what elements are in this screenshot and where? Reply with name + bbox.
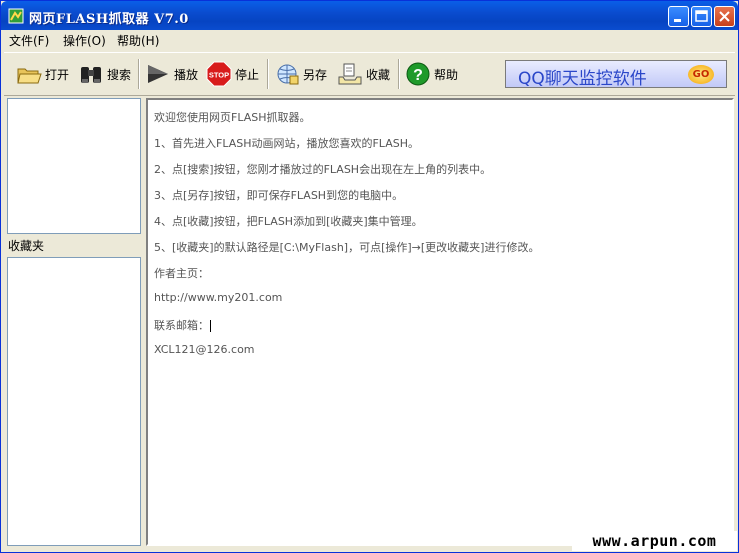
flash-list[interactable]	[7, 98, 141, 234]
menu-operation[interactable]: 操作(O)	[63, 32, 106, 49]
text-line: 3、点[另存]按钮，即可保存FLASH到您的电脑中。	[154, 189, 404, 202]
favorites-list[interactable]	[7, 257, 141, 546]
play-icon	[148, 65, 168, 83]
window-title: 网页FLASH抓取器 V7.0	[29, 12, 189, 27]
favorites-label: 收藏夹	[8, 239, 45, 253]
help-label: 帮助	[434, 67, 459, 82]
maximize-button[interactable]	[691, 6, 712, 27]
text-line: 联系邮箱：	[154, 319, 209, 332]
homepage-link[interactable]: http://www.my201.com	[154, 291, 282, 304]
minimize-button[interactable]	[668, 6, 689, 27]
close-icon	[719, 11, 730, 22]
open-button[interactable]: 打开	[16, 59, 69, 89]
folder-open-icon	[17, 68, 42, 84]
search-button[interactable]: 搜索	[78, 59, 131, 89]
help-button[interactable]: ? 帮助	[405, 59, 458, 89]
open-label: 打开	[45, 67, 70, 82]
toolbar-separator	[138, 59, 140, 89]
app-window: 网页FLASH抓取器 V7.0 文件(F) 操作(O) 帮助(H) 打开 搜索 …	[0, 0, 739, 553]
stop-button[interactable]: STOP 停止	[206, 59, 259, 89]
svg-text:?: ?	[413, 67, 423, 84]
text-line: 5、[收藏夹]的默认路径是[C:\MyFlash]，可点[操作]→[更改收藏夹]…	[154, 241, 540, 254]
stop-sign-icon: STOP	[206, 61, 232, 87]
text-line: 作者主页：	[154, 267, 209, 280]
stop-sign-text: STOP	[209, 71, 229, 80]
title-bar[interactable]: 网页FLASH抓取器 V7.0	[1, 1, 738, 30]
favorite-button[interactable]: 收藏	[337, 59, 390, 89]
play-button[interactable]: 播放	[145, 59, 198, 89]
left-panel: 收藏夹	[7, 98, 141, 546]
toolbar-separator	[267, 59, 269, 89]
email-link[interactable]: XCL121@126.com	[154, 343, 255, 356]
save-globe-icon	[277, 64, 299, 85]
text-line: 4、点[收藏]按钮，把FLASH添加到[收藏夹]集中管理。	[154, 215, 423, 228]
email-label-line: 联系邮箱：	[154, 317, 211, 333]
browser-content[interactable]: 欢迎您使用网页FLASH抓取器。 1、首先进入FLASH动画网站，播放您喜欢的F…	[146, 98, 734, 546]
save-as-button[interactable]: 另存	[274, 59, 327, 89]
favorite-label: 收藏	[366, 67, 391, 82]
menu-bar: 文件(F) 操作(O) 帮助(H)	[1, 30, 738, 49]
help-icon: ?	[406, 62, 430, 86]
play-label: 播放	[174, 67, 199, 82]
go-badge: GO	[688, 65, 714, 84]
maximize-icon	[695, 10, 708, 22]
binoculars-icon	[81, 67, 101, 83]
watermark: www.arpun.com	[572, 531, 737, 551]
toolbar-separator	[398, 59, 400, 89]
close-button[interactable]	[714, 6, 735, 27]
menu-help[interactable]: 帮助(H)	[117, 32, 159, 49]
save-as-label: 另存	[303, 67, 328, 82]
text-line: 2、点[搜索]按钮，您刚才播放过的FLASH会出现在左上角的列表中。	[154, 163, 492, 176]
minimize-icon	[674, 19, 681, 22]
ad-banner[interactable]: QQ聊天监控软件 GO	[505, 60, 727, 89]
text-line: 1、首先进入FLASH动画网站，播放您喜欢的FLASH。	[154, 137, 419, 150]
stop-label: 停止	[235, 67, 260, 82]
search-label: 搜索	[107, 67, 132, 82]
toolbar: 打开 搜索 播放 STOP 停止 另存 收藏 ? 帮助 QQ聊天监控软件 GO	[4, 52, 735, 96]
banner-text: QQ聊天监控软件	[518, 69, 647, 89]
text-line: 欢迎您使用网页FLASH抓取器。	[154, 111, 311, 124]
menu-file[interactable]: 文件(F)	[9, 32, 49, 49]
app-icon	[8, 8, 24, 24]
text-caret	[210, 320, 211, 332]
tray-icon	[338, 63, 362, 85]
